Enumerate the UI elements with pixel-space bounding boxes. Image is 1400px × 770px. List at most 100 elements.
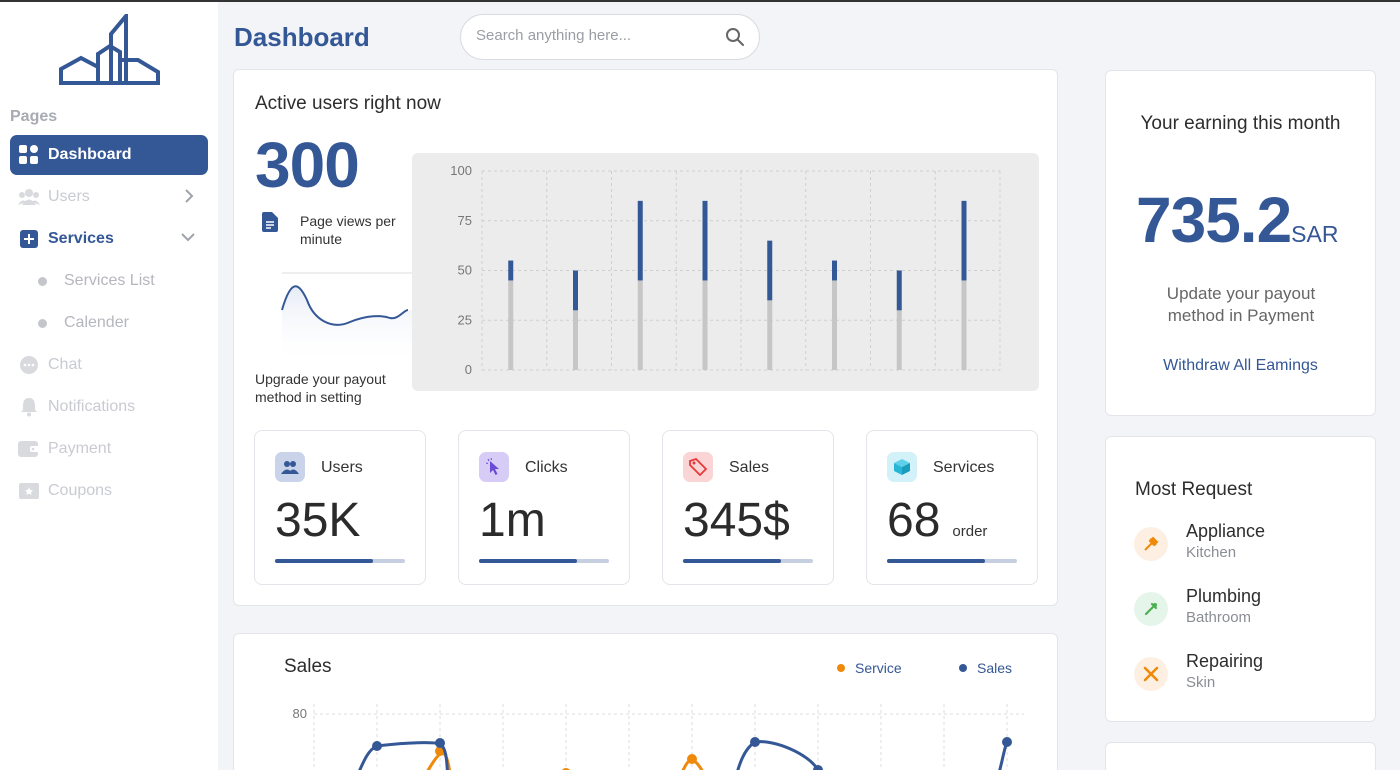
cursor-icon — [479, 452, 509, 482]
sales-line-chart: 80 — [293, 704, 1024, 770]
request-name: Appliance — [1186, 521, 1266, 541]
plumbing-icon — [1134, 592, 1168, 626]
sidebar-item-dashboard[interactable]: Dashboard — [10, 135, 208, 175]
earnings-title: Your earning this month — [1140, 113, 1341, 134]
active-users-card: Active users right now 300 Page views pe… — [233, 69, 1058, 606]
sidebar-item-notifications[interactable]: Notifications — [10, 387, 208, 427]
sidebar-item-users[interactable]: Users — [10, 177, 208, 217]
earnings-value: 735.2 — [1136, 184, 1292, 256]
sales-card: Sales Service Sales 80 — [233, 633, 1058, 770]
stat-value-row: 68 order — [887, 493, 987, 548]
bar — [896, 310, 902, 370]
stat-value-row: 35K — [275, 493, 372, 548]
most-request-title: Most Request — [1135, 479, 1253, 500]
users-icon — [275, 452, 305, 482]
search-input[interactable] — [476, 27, 716, 44]
sidebar-item-chat[interactable]: Chat — [10, 345, 208, 385]
request-name: Repairing — [1186, 651, 1264, 671]
sales-point — [435, 738, 445, 748]
request-sub: Skin — [1186, 674, 1216, 691]
bar — [573, 310, 578, 370]
page-title: Dashboard — [234, 22, 370, 52]
search-icon[interactable] — [725, 27, 745, 52]
sidebar-item-coupons[interactable]: Coupons — [10, 471, 208, 511]
grid-icon — [18, 144, 40, 166]
page-views-label: Page views per minute — [300, 213, 396, 247]
pages-section-label: Pages — [10, 108, 58, 125]
sales-point — [1002, 737, 1012, 747]
sidebar-item-label: Services — [48, 230, 114, 247]
bar — [767, 240, 773, 301]
stat-progress-fill — [887, 559, 985, 563]
request-item-repairing[interactable]: Repairing Skin — [1134, 651, 1263, 691]
bell-icon — [18, 396, 40, 418]
y-tick-label: 25 — [458, 312, 472, 327]
earnings-subtitle: Update your payout method in Payment — [1166, 284, 1316, 325]
bar — [961, 200, 967, 281]
earnings-card: Your earning this month 735.2SAR Update … — [1105, 70, 1376, 416]
most-request-card: Most Request Appliance Kitchen Plumbing … — [1105, 436, 1376, 722]
search-bar — [460, 14, 760, 60]
tools-icon — [1134, 657, 1168, 691]
earnings-value-row: 735.2SAR — [1136, 183, 1338, 257]
sidebar-item-services[interactable]: Services — [10, 219, 208, 259]
stat-value-row: 1m — [479, 493, 558, 548]
ticket-icon — [18, 480, 40, 502]
stat-value: 345$ — [683, 494, 790, 547]
wallet-icon — [18, 438, 40, 460]
stat-progress-fill — [479, 559, 577, 563]
active-users-bar-chart: 100 75 50 25 0 — [412, 153, 1039, 391]
sales-grid — [313, 704, 1024, 770]
upgrade-payout-text: Upgrade your payout method in setting — [255, 371, 386, 405]
active-users-title: Active users right now — [255, 93, 441, 114]
bullet-icon — [38, 276, 47, 286]
sidebar-subitem-services-list[interactable]: Services List — [38, 272, 155, 290]
sales-point — [372, 741, 382, 751]
sidebar-item-label: Users — [48, 188, 90, 205]
request-sub: Kitchen — [1186, 544, 1237, 561]
stat-progress-fill — [275, 559, 373, 563]
document-icon — [262, 212, 278, 248]
stat-value: 1m — [479, 494, 546, 547]
stat-card-services: Services 68 order — [866, 430, 1038, 585]
appliance-icon — [1134, 527, 1168, 561]
active-users-value: 300 — [255, 129, 360, 201]
service-point — [687, 754, 697, 764]
stat-value: 35K — [275, 494, 361, 547]
y-tick-label: 100 — [450, 163, 472, 178]
sidebar: Pages Dashboard Users Services Services … — [0, 2, 218, 770]
chevron-down-icon — [180, 230, 196, 249]
bar — [637, 280, 643, 370]
stat-progress-bar — [275, 559, 405, 563]
sidebar-subitem-calender[interactable]: Calender — [38, 314, 129, 332]
stat-card-users: Users 35K — [254, 430, 426, 585]
bar — [832, 260, 837, 281]
stat-unit: order — [952, 523, 988, 540]
sidebar-item-payment[interactable]: Payment — [10, 429, 208, 469]
y-tick-label: 0 — [465, 362, 472, 377]
sidebar-subitem-label: Calender — [64, 314, 129, 331]
chat-icon — [18, 354, 40, 376]
y-tick-label: 50 — [458, 263, 472, 278]
sidebar-item-label: Coupons — [48, 482, 113, 499]
stat-value: 68 — [887, 494, 941, 547]
bottom-right-card — [1105, 742, 1376, 770]
logo-icon[interactable] — [58, 14, 162, 86]
stat-card-clicks: Clicks 1m — [458, 430, 630, 585]
bar — [702, 280, 708, 370]
plus-square-icon — [18, 228, 40, 250]
request-name: Plumbing — [1186, 586, 1262, 606]
bar — [896, 270, 902, 311]
sales-series-line — [358, 741, 449, 770]
request-item-plumbing[interactable]: Plumbing Bathroom — [1134, 586, 1261, 626]
stat-label: Services — [933, 459, 995, 476]
withdraw-earnings-link[interactable]: Withdraw All Eamings — [1106, 357, 1375, 375]
stat-label: Sales — [729, 459, 770, 476]
bullet-icon — [38, 318, 47, 328]
sidebar-item-label: Chat — [48, 356, 82, 373]
request-item-appliance[interactable]: Appliance Kitchen — [1134, 521, 1265, 561]
earnings-unit: SAR — [1291, 221, 1339, 247]
bar — [508, 260, 514, 281]
bar — [508, 280, 514, 370]
page-views-sparkline — [281, 272, 412, 365]
